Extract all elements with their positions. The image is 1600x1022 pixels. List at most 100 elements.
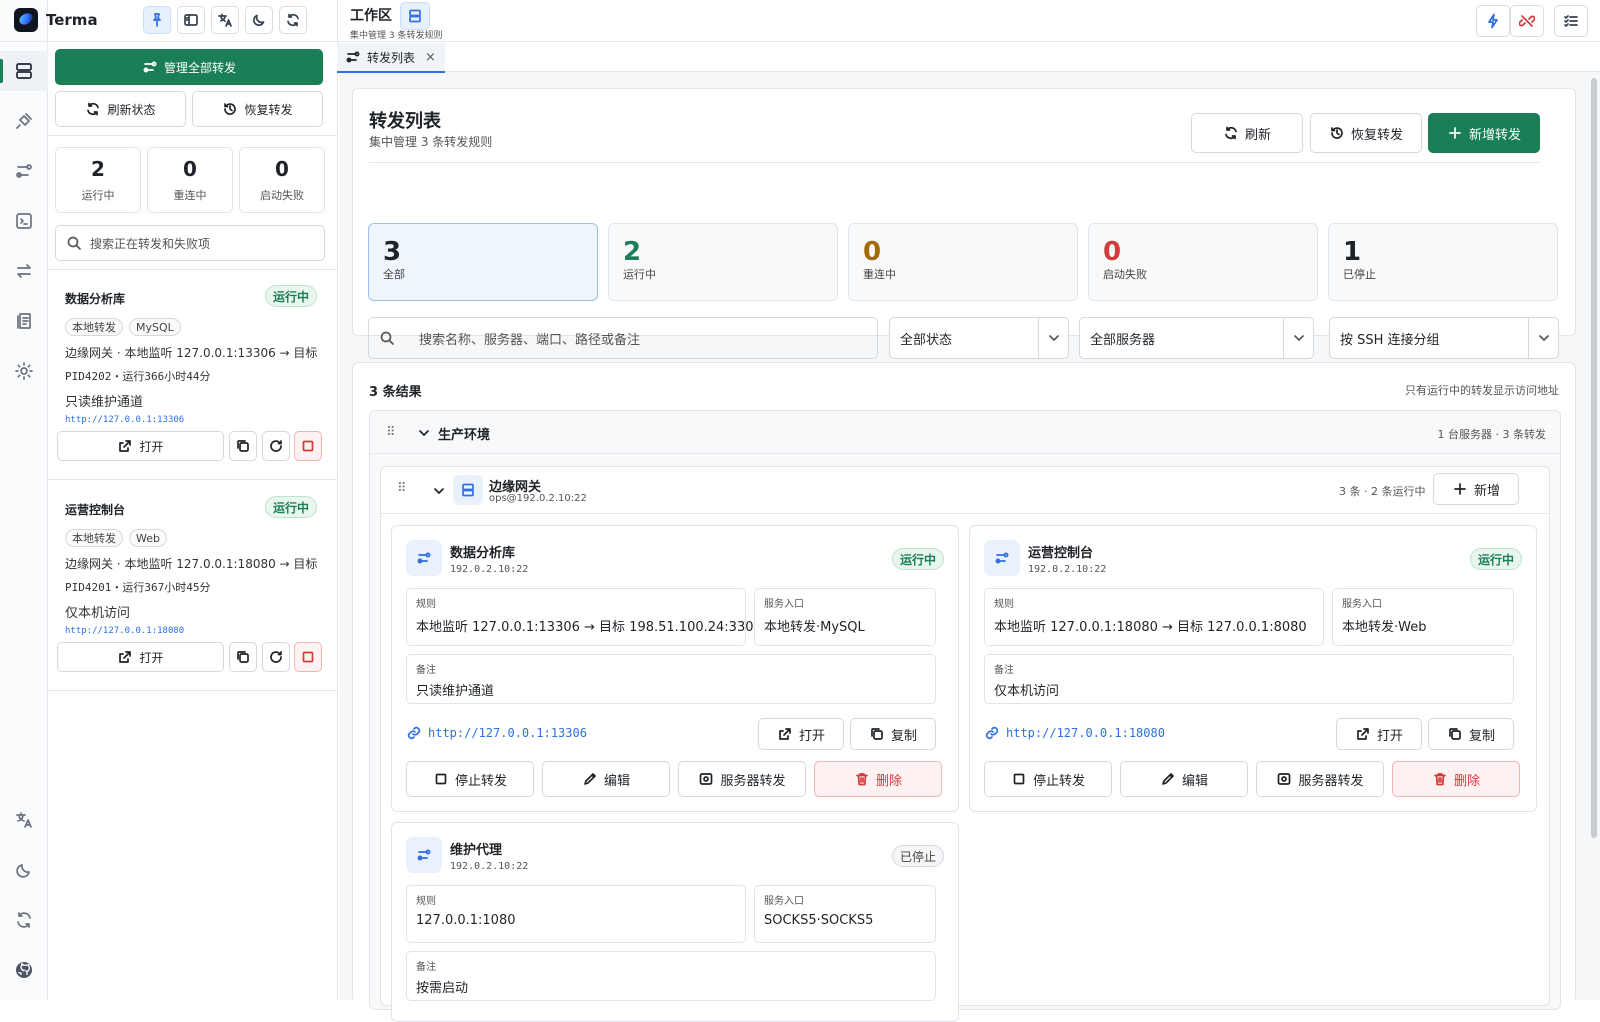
- group-by-select[interactable]: 按 SSH 连接分组: [1329, 317, 1559, 359]
- drag-handle-icon[interactable]: ⠿: [386, 425, 395, 440]
- add-forward-button[interactable]: 新增转发: [1428, 113, 1540, 153]
- moon-icon[interactable]: [245, 6, 273, 34]
- rule-field: 规则 本地监听 127.0.0.1:13306 → 目标 198.51.100.2…: [406, 588, 762, 646]
- access-url-link[interactable]: http://127.0.0.1:13306: [406, 725, 587, 741]
- divider: [369, 162, 1541, 163]
- server-icon[interactable]: [400, 2, 430, 30]
- access-url-link[interactable]: http://127.0.0.1:18080: [65, 626, 184, 636]
- stat-value: 0: [183, 157, 197, 181]
- kpi-reconnecting[interactable]: 0 重连中: [848, 223, 1078, 301]
- delete-button[interactable]: 删除: [814, 761, 942, 797]
- stop-button[interactable]: [294, 642, 322, 672]
- kpi-all[interactable]: 3 全部: [368, 223, 598, 301]
- server-forward-button[interactable]: 服务器转发: [1256, 761, 1384, 797]
- stop-forward-button[interactable]: 停止转发: [406, 761, 534, 797]
- delete-button[interactable]: 删除: [1392, 761, 1520, 797]
- scrollbar[interactable]: [1591, 78, 1597, 838]
- chevron-down-icon[interactable]: [416, 425, 432, 441]
- stop-label: 停止转发: [454, 773, 507, 789]
- refresh-icon[interactable]: [279, 6, 307, 34]
- copy-label: 复制: [1468, 728, 1495, 744]
- status-filter-select[interactable]: 全部状态: [889, 317, 1069, 359]
- pin-icon[interactable]: [143, 6, 171, 34]
- forward-host: 192.0.2.10:22: [1028, 564, 1107, 575]
- entry-field: 服务入口 本地转发·MySQL: [754, 588, 936, 646]
- refresh-status-button[interactable]: 刷新状态: [55, 91, 186, 127]
- manage-all-button[interactable]: 管理全部转发: [55, 49, 323, 85]
- stop-icon: [302, 651, 314, 663]
- close-icon[interactable]: ×: [425, 50, 436, 65]
- copy-icon: [237, 651, 249, 663]
- translate-icon[interactable]: [211, 6, 239, 34]
- add-button[interactable]: 新增: [1433, 473, 1519, 505]
- search-icon: [380, 331, 394, 345]
- field-label: 备注: [994, 665, 1014, 676]
- access-url-link[interactable]: http://127.0.0.1:18080: [984, 725, 1165, 741]
- kpi-stopped[interactable]: 1 已停止: [1328, 223, 1558, 301]
- disconnect-icon[interactable]: [1510, 5, 1544, 37]
- copy-button[interactable]: 复制: [1428, 718, 1514, 750]
- server-filter-select[interactable]: 全部服务器: [1079, 317, 1314, 359]
- open-button[interactable]: 打开: [57, 431, 224, 461]
- copy-button[interactable]: [229, 431, 257, 461]
- sidebar-toggle-icon[interactable]: [177, 6, 205, 34]
- refresh-button[interactable]: 刷新: [1191, 113, 1303, 153]
- transfer-icon[interactable]: [0, 251, 48, 291]
- open-button[interactable]: 打开: [758, 718, 844, 750]
- copy-button[interactable]: 复制: [850, 718, 936, 750]
- terminal-icon[interactable]: [0, 201, 48, 241]
- stop-forward-button[interactable]: 停止转发: [984, 761, 1112, 797]
- tab-label: 转发列表: [367, 50, 416, 65]
- drag-handle-icon[interactable]: ⠿: [397, 481, 406, 496]
- tab-forward-list[interactable]: 转发列表 ×: [337, 43, 445, 73]
- kpi-failed[interactable]: 0 启动失败: [1088, 223, 1318, 301]
- active-forward-card[interactable]: 数据分析库 运行中 本地转发 MySQL 边缘网关 · 本地监听 127.0.0…: [48, 270, 337, 480]
- active-forward-card[interactable]: 运营控制台 运行中 本地转发 Web 边缘网关 · 本地监听 127.0.0.1…: [48, 481, 337, 691]
- sync-icon[interactable]: [0, 900, 48, 940]
- forward-icon[interactable]: [0, 151, 48, 191]
- stat-running: 2 运行中: [55, 147, 141, 213]
- edit-button[interactable]: 编辑: [542, 761, 670, 797]
- restore-button[interactable]: 恢复转发: [192, 91, 323, 127]
- route-text: 边缘网关 · 本地监听 127.0.0.1:18080 → 目标: [65, 557, 318, 571]
- pencil-icon: [1162, 773, 1174, 785]
- rule-field: 规则 127.0.0.1:1080: [406, 885, 746, 943]
- chevron-down-icon[interactable]: [431, 483, 447, 499]
- moon-icon[interactable]: [0, 850, 48, 890]
- settings-icon[interactable]: [0, 351, 48, 391]
- restart-button[interactable]: [262, 431, 290, 461]
- servers-icon[interactable]: [0, 51, 48, 91]
- status-badge: 运行中: [1469, 548, 1522, 570]
- restore-label: 恢复转发: [244, 102, 293, 117]
- pid-text: PID4202・运行366小时44分: [65, 370, 211, 383]
- edit-button[interactable]: 编辑: [1120, 761, 1248, 797]
- forward-card: 数据分析库 192.0.2.10:22 运行中 规则 本地监听 127.0.0.1…: [391, 525, 959, 812]
- kpi-running[interactable]: 2 运行中: [608, 223, 838, 301]
- github-icon[interactable]: [0, 950, 48, 990]
- forward-search-input[interactable]: 搜索名称、服务器、端口、路径或备注: [368, 317, 878, 359]
- translate-icon[interactable]: [0, 800, 48, 840]
- restart-button[interactable]: [262, 642, 290, 672]
- plug-icon[interactable]: [0, 101, 48, 141]
- search-placeholder: 搜索名称、服务器、端口、路径或备注: [419, 332, 641, 348]
- app-name: Terma: [46, 11, 98, 29]
- forward-icon: [406, 540, 442, 576]
- log-icon[interactable]: [0, 301, 48, 341]
- copy-button[interactable]: [229, 642, 257, 672]
- restore-forward-button[interactable]: 恢复转发: [1310, 113, 1422, 153]
- open-label: 打开: [139, 650, 164, 665]
- url-text: http://127.0.0.1:18080: [1006, 726, 1165, 740]
- server-forward-label: 服务器转发: [1298, 773, 1364, 789]
- server-forward-button[interactable]: 服务器转发: [678, 761, 806, 797]
- route-text: 边缘网关 · 本地监听 127.0.0.1:13306 → 目标: [65, 346, 318, 360]
- kpi-label: 启动失败: [1103, 268, 1147, 281]
- field-value: 本地监听 127.0.0.1:18080 → 目标 127.0.0.1:8080: [994, 620, 1307, 635]
- kpi-value: 2: [623, 237, 642, 267]
- lightning-icon[interactable]: [1476, 5, 1510, 37]
- access-url-link[interactable]: http://127.0.0.1:13306: [65, 415, 184, 425]
- open-button[interactable]: 打开: [1336, 718, 1422, 750]
- panel-search-input[interactable]: 搜索正在转发和失败项: [55, 225, 325, 261]
- stop-button[interactable]: [294, 431, 322, 461]
- checklist-icon[interactable]: [1554, 5, 1588, 37]
- open-button[interactable]: 打开: [57, 642, 224, 672]
